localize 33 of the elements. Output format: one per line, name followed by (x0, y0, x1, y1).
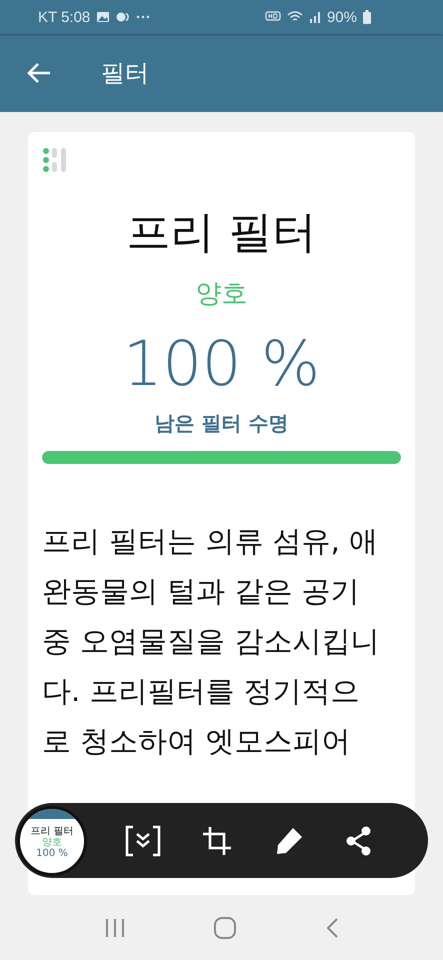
hd-icon (264, 11, 281, 23)
scroll-capture-icon (125, 824, 161, 856)
screenshot-thumbnail[interactable]: 프리 필터 양호 100 % (17, 806, 87, 876)
battery-percent: 90% (326, 8, 357, 26)
recent-apps-icon (104, 918, 126, 938)
battery-icon (363, 10, 371, 24)
screen-title: 필터 (101, 58, 149, 89)
more-icon (136, 15, 150, 19)
crop-button[interactable] (201, 824, 233, 856)
carrier-time: KT 5:08 (38, 8, 90, 26)
filter-level-icon (42, 147, 68, 173)
gallery-icon (96, 11, 110, 23)
remaining-percent: 100 % (123, 327, 320, 400)
filter-description: 프리 필터는 의류 섬유, 애완동물의 털과 같은 공기 중 오염물질을 감소시킵니다. 프리필터를 정기적으로 청소하여 엣모스피어 (42, 523, 380, 760)
scroll-capture-button[interactable] (125, 824, 161, 856)
home-icon (213, 916, 238, 940)
filter-status: 양호 (196, 278, 248, 311)
remaining-life-label: 남은 필터 수명 (154, 410, 288, 437)
thumbnail-status: 양호 (42, 836, 62, 848)
thumbnail-percent: 100 % (36, 848, 68, 858)
wifi-icon (286, 11, 303, 23)
share-button[interactable] (345, 826, 373, 856)
home-button[interactable] (213, 916, 238, 940)
share-icon (345, 826, 373, 856)
recent-apps-button[interactable] (104, 918, 126, 938)
back-arrow-icon (26, 62, 52, 84)
back-nav-button[interactable] (325, 916, 340, 938)
crop-icon (201, 824, 233, 856)
filter-name: 프리 필터 (126, 206, 316, 260)
back-chevron-icon (325, 916, 340, 938)
thumbnail-title: 프리 필터 (30, 826, 74, 836)
signal-icon (308, 11, 321, 23)
toggle-icon (116, 12, 130, 22)
